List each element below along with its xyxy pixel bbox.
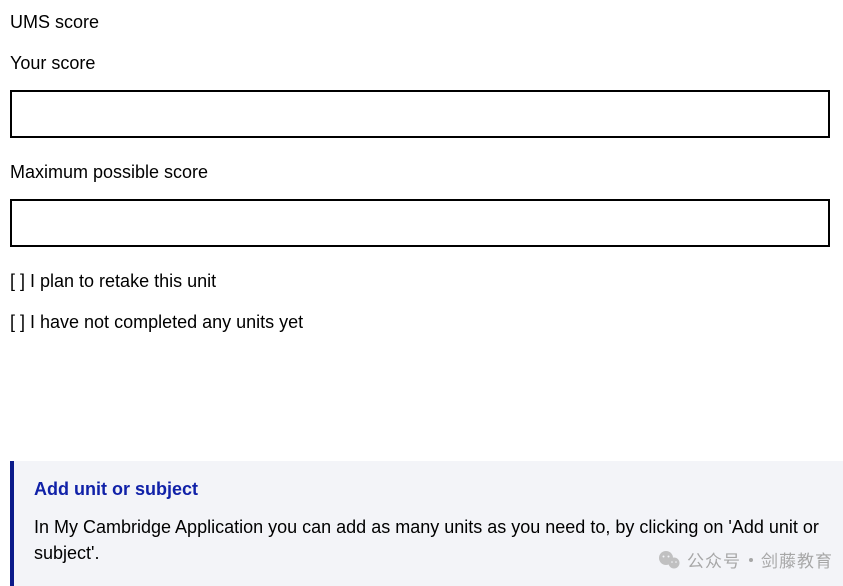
dot-icon [749,558,753,562]
max-score-input[interactable] [10,199,830,247]
watermark-label-2: 剑藤教育 [761,547,833,572]
retake-checkbox-row[interactable]: [ ] I plan to retake this unit [10,271,833,292]
watermark-label-1: 公众号 [687,547,741,572]
watermark: 公众号 剑藤教育 [657,547,833,572]
ums-score-heading: UMS score [10,12,833,33]
your-score-input[interactable] [10,90,830,138]
info-heading: Add unit or subject [34,479,823,500]
max-score-label: Maximum possible score [10,162,833,183]
info-callout: Add unit or subject In My Cambridge Appl… [10,461,843,586]
wechat-icon [657,548,681,572]
your-score-label: Your score [10,53,833,74]
not-completed-checkbox-row[interactable]: [ ] I have not completed any units yet [10,312,833,333]
